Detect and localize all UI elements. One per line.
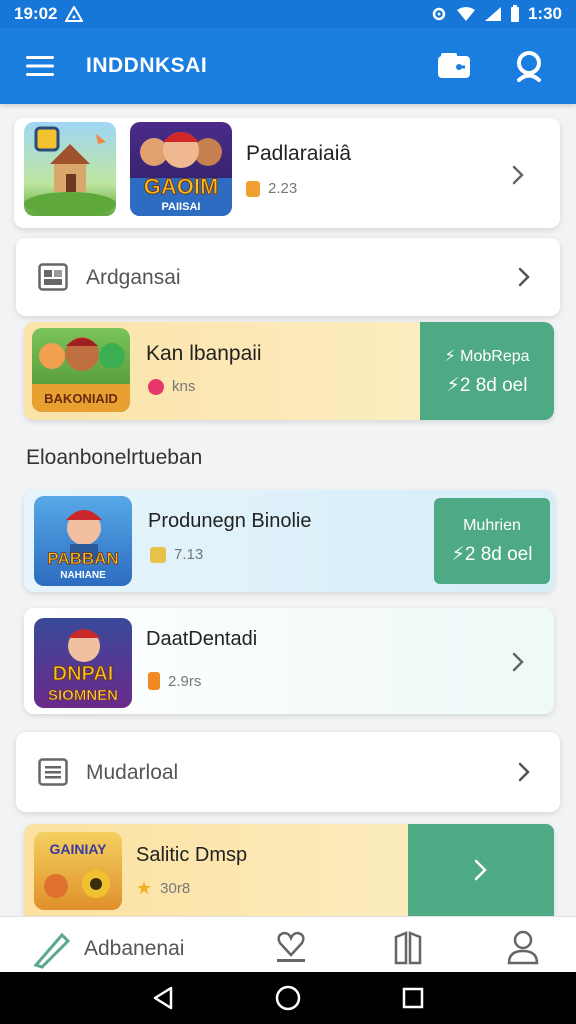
game-thumbnail <box>24 122 116 216</box>
heart-icon <box>148 378 164 395</box>
chevron-right-icon <box>474 859 487 881</box>
mob-repa-button[interactable]: ⚡ MobRepa ⚡2 8d oel <box>420 322 554 420</box>
rating-icon <box>246 180 260 197</box>
book-icon <box>394 931 422 965</box>
status-time-right: 1:30 <box>527 4 562 23</box>
row-title: Padlaraiaiâ <box>246 142 352 165</box>
thumb-text: PABBAN <box>47 549 118 568</box>
settings-status-icon <box>430 5 448 23</box>
chevron-right-icon[interactable] <box>508 650 528 674</box>
row-title: Salitic Dmsp <box>136 844 248 866</box>
menu-row-mudarloal[interactable]: Mudarloal <box>16 732 560 812</box>
home-icon[interactable] <box>273 983 303 1013</box>
nav-item-home[interactable]: Adbanenai <box>32 929 184 969</box>
chevron-right-icon[interactable] <box>508 163 528 187</box>
nav-label: Adbanenai <box>84 937 185 960</box>
search-button[interactable] <box>510 46 550 86</box>
row-meta: ★ 30r8 <box>136 878 191 898</box>
thumb-text: GAOIM <box>144 174 219 199</box>
list-item[interactable]: PABBAN NAHIANE Produnegn Binolie 7.13 Mu… <box>24 490 554 592</box>
nav-item-profile[interactable] <box>506 929 540 965</box>
back-icon[interactable] <box>148 983 178 1013</box>
rating-icon <box>148 672 160 690</box>
nav-item-library[interactable] <box>392 929 424 965</box>
nav-item-favorites[interactable] <box>274 929 308 965</box>
recents-icon[interactable] <box>398 983 428 1013</box>
rating-icon <box>150 546 166 563</box>
row-title: Produnegn Binolie <box>148 510 312 532</box>
thumb-text: SIOMNEN <box>48 687 118 704</box>
game-thumbnail: DNPAI SIOMNEN <box>34 618 132 708</box>
row-meta: 2.23 <box>246 180 297 197</box>
app-bar: INDDNKSAI <box>0 28 576 104</box>
list-item[interactable]: DNPAI SIOMNEN DaatDentadi 2.9rs <box>24 608 554 714</box>
thumb-text: GAINIAY <box>49 841 107 857</box>
heart-outline-icon <box>277 931 305 962</box>
menu-row-label: Mudarloal <box>86 761 179 784</box>
list-icon <box>38 758 68 786</box>
gallery-icon <box>38 263 68 291</box>
status-bar: 19:02 1:30 <box>0 0 576 28</box>
signal-icon <box>484 6 502 22</box>
chevron-right-icon[interactable] <box>514 265 534 289</box>
list-item[interactable]: BAKONIAID Kan lbanpaii kns ⚡ MobRepa ⚡2 … <box>24 322 554 420</box>
thumb-text: DNPAI <box>53 663 114 685</box>
hamburger-menu-icon[interactable] <box>26 50 58 82</box>
muhrien-button[interactable]: Muhrien ⚡2 8d oel <box>434 498 550 584</box>
row-meta: kns <box>148 378 195 395</box>
menu-row-ardgansai[interactable]: Ardgansai <box>16 238 560 316</box>
section-header: Eloanbonelrtueban <box>26 446 203 469</box>
game-thumbnail: PABBAN NAHIANE <box>34 496 132 586</box>
person-icon <box>507 930 539 965</box>
list-item[interactable]: GAINIAY Salitic Dmsp ★ 30r8 <box>24 824 554 916</box>
menu-row-label: Ardgansai <box>86 266 181 289</box>
alert-icon <box>65 6 84 22</box>
thumb-text: PAIISAI <box>162 201 201 213</box>
list-item[interactable]: GAOIM PAIISAI Padlaraiaiâ 2.23 <box>14 118 560 228</box>
search-icon <box>517 51 541 82</box>
row-title: DaatDentadi <box>146 628 258 650</box>
wallet-icon <box>438 53 470 78</box>
game-thumbnail: GAINIAY <box>34 832 122 910</box>
row-title: Kan lbanpaii <box>146 342 262 365</box>
content-area: GAOIM PAIISAI Padlaraiaiâ 2.23 Ardgansai <box>0 104 576 916</box>
chevron-right-icon[interactable] <box>514 760 534 784</box>
thumb-text: BAKONIAID <box>44 391 118 406</box>
pencil-icon <box>33 932 71 969</box>
row-meta: 7.13 <box>150 546 203 563</box>
game-thumbnail: BAKONIAID <box>32 328 130 412</box>
battery-icon <box>510 5 520 23</box>
star-icon: ★ <box>136 878 153 898</box>
wallet-button[interactable] <box>434 46 474 86</box>
game-thumbnail: GAOIM PAIISAI <box>130 122 232 216</box>
system-navigation-bar <box>0 972 576 1024</box>
open-button[interactable] <box>408 824 554 916</box>
row-meta: 2.9rs <box>148 672 201 690</box>
app-title: INDDNKSAI <box>86 54 208 77</box>
bottom-navigation: Adbanenai <box>0 916 576 972</box>
status-time-left: 19:02 <box>14 4 58 23</box>
wifi-icon <box>456 6 476 22</box>
thumb-text: NAHIANE <box>60 570 106 581</box>
